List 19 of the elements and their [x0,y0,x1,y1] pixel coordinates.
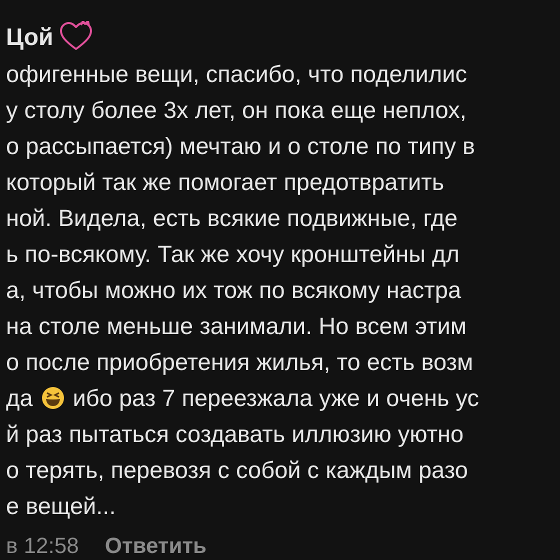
comment-text: у столу более 3х лет, он пока еще неплох, [6,96,466,125]
comment-text: о терять, перевозя с собой с каждым разо [6,456,468,485]
timestamp: в 12:58 [6,532,79,560]
comment-text: ь по-всякому. Так же хочу кронштейны дл [6,240,460,269]
comment-text: а, чтобы можно их тож по всякому настра [6,276,462,305]
comment-text: о рассыпается) мечтаю и о столе по типу в [6,132,476,161]
comment-text: ибо раз 7 переезжала уже и очень ус [72,384,479,413]
cat-heart-icon [59,21,94,51]
comment-text: й раз пытаться создавать иллюзию уютно [6,420,464,449]
comment-text: офигенные вещи, спасибо, что поделилис [6,60,467,89]
laughing-face-icon [40,386,65,410]
comment-text: да [6,384,33,413]
comment-text: который так же помогает предотвратить [6,168,444,197]
comment-text: о после приобретения жилья, то есть возм [6,348,474,377]
comment-text: на столе меньше занимали. Но всем этим [6,312,466,341]
comment-text: ной. Видела, есть всякие подвижные, где [6,204,458,233]
comment-text: е вещей... [6,492,116,521]
reply-link[interactable]: Ответить [104,528,207,560]
author-name[interactable]: Цой [6,20,54,56]
